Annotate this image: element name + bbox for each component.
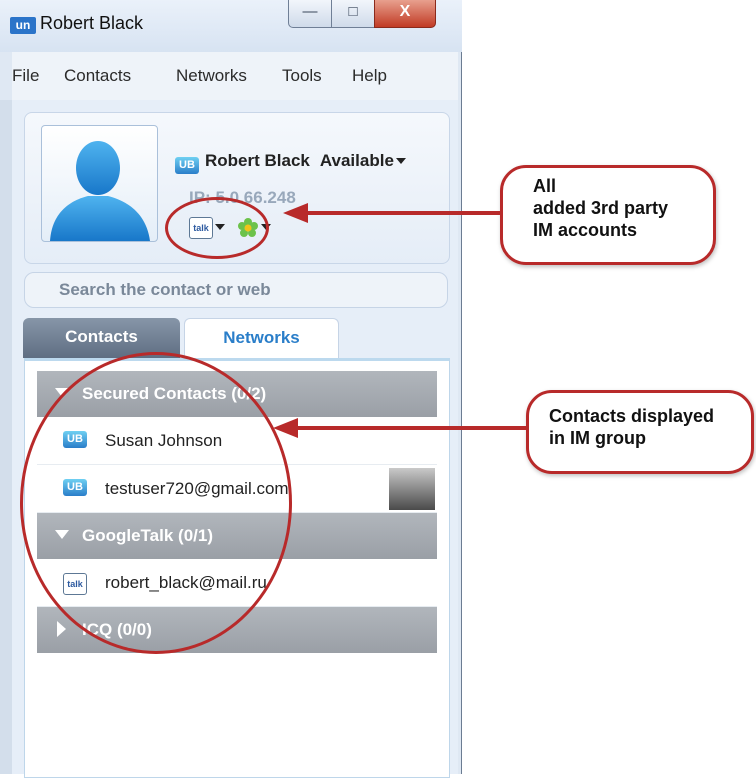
- search-placeholder: Search the contact or web: [59, 280, 271, 299]
- maximize-button[interactable]: □: [331, 0, 375, 28]
- search-input[interactable]: Search the contact or web: [24, 272, 448, 308]
- menu-file[interactable]: File: [12, 66, 39, 86]
- tab-networks[interactable]: Networks: [184, 318, 339, 358]
- accounts-callout-text: All added 3rd party IM accounts: [533, 176, 669, 240]
- status-dropdown[interactable]: Available: [320, 151, 406, 170]
- menu-tools[interactable]: Tools: [282, 66, 322, 86]
- close-button[interactable]: X: [374, 0, 436, 28]
- title-bar[interactable]: un Robert Black — □ X: [0, 0, 462, 52]
- contacts-highlight-ellipse: [20, 352, 292, 654]
- menu-bar: File Contacts Networks Tools Help: [12, 52, 458, 101]
- window-title: Robert Black: [40, 13, 144, 33]
- accounts-highlight-ellipse: [165, 197, 269, 259]
- ub-brand-icon: UB: [175, 157, 199, 174]
- status-label: Available: [319, 151, 394, 170]
- person-silhouette-icon: [50, 141, 150, 241]
- left-scrollbar[interactable]: [0, 100, 12, 774]
- minimize-button[interactable]: —: [288, 0, 332, 28]
- user-avatar[interactable]: [41, 125, 158, 242]
- menu-contacts[interactable]: Contacts: [64, 66, 131, 86]
- menu-networks[interactable]: Networks: [176, 66, 247, 86]
- menu-help[interactable]: Help: [352, 66, 387, 86]
- profile-name-row: UB Robert Black Available: [175, 151, 406, 174]
- profile-name: Robert Black: [205, 151, 310, 170]
- contacts-callout: Contacts displayed in IM group: [526, 390, 754, 474]
- app-logo-icon: un: [10, 17, 36, 34]
- accounts-callout: All added 3rd party IM accounts: [500, 165, 716, 265]
- contact-avatar: [389, 468, 435, 510]
- chevron-down-icon: [395, 158, 406, 164]
- collapse-triangle-icon: [57, 621, 66, 637]
- contacts-callout-text: Contacts displayed in IM group: [549, 406, 715, 448]
